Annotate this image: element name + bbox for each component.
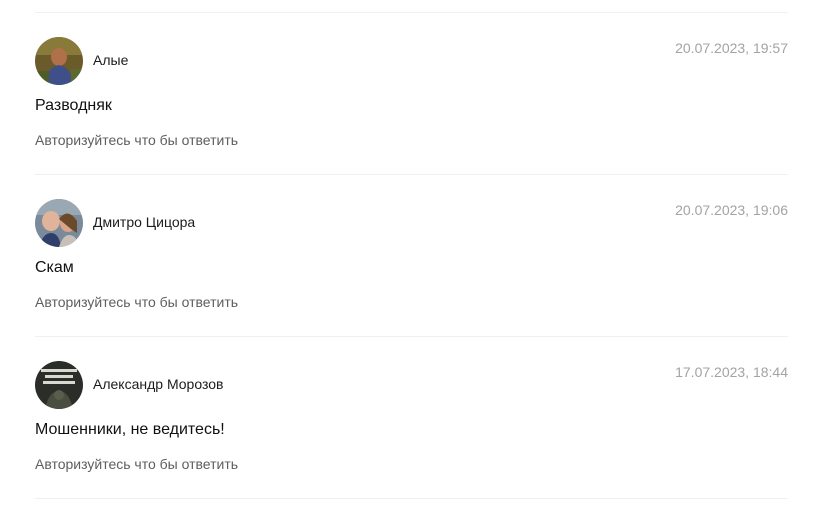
comment-item: Александр Морозов 17.07.2023, 18:44 Моше… bbox=[35, 361, 788, 520]
avatar[interactable] bbox=[35, 361, 83, 409]
author-name: Алые bbox=[93, 52, 129, 68]
author-name: Александр Морозов bbox=[93, 376, 224, 392]
author-name: Дмитро Цицора bbox=[93, 214, 196, 230]
authorize-to-reply-link[interactable]: Авторизуйтесь что бы ответить bbox=[35, 294, 238, 310]
comment-date: 20.07.2023, 19:57 bbox=[675, 40, 788, 56]
avatar-photo bbox=[35, 199, 83, 247]
authorize-to-reply-link[interactable]: Авторизуйтесь что бы ответить bbox=[35, 456, 238, 472]
comment-text: Мошенники, не ведитесь! bbox=[35, 421, 225, 438]
divider bbox=[35, 498, 788, 499]
comments-list: Алые 20.07.2023, 19:57 Разводняк Авториз… bbox=[0, 0, 833, 520]
divider bbox=[35, 174, 788, 175]
comment-date: 17.07.2023, 18:44 bbox=[675, 364, 788, 380]
comment-date: 20.07.2023, 19:06 bbox=[675, 202, 788, 218]
avatar[interactable] bbox=[35, 37, 83, 85]
comment-text: Разводняк bbox=[35, 97, 112, 114]
avatar-photo bbox=[35, 37, 83, 85]
authorize-to-reply-link[interactable]: Авторизуйтесь что бы ответить bbox=[35, 132, 238, 148]
avatar-photo bbox=[35, 361, 83, 409]
avatar[interactable] bbox=[35, 199, 83, 247]
comment-text: Скам bbox=[35, 259, 74, 276]
divider bbox=[35, 12, 788, 13]
divider bbox=[35, 336, 788, 337]
